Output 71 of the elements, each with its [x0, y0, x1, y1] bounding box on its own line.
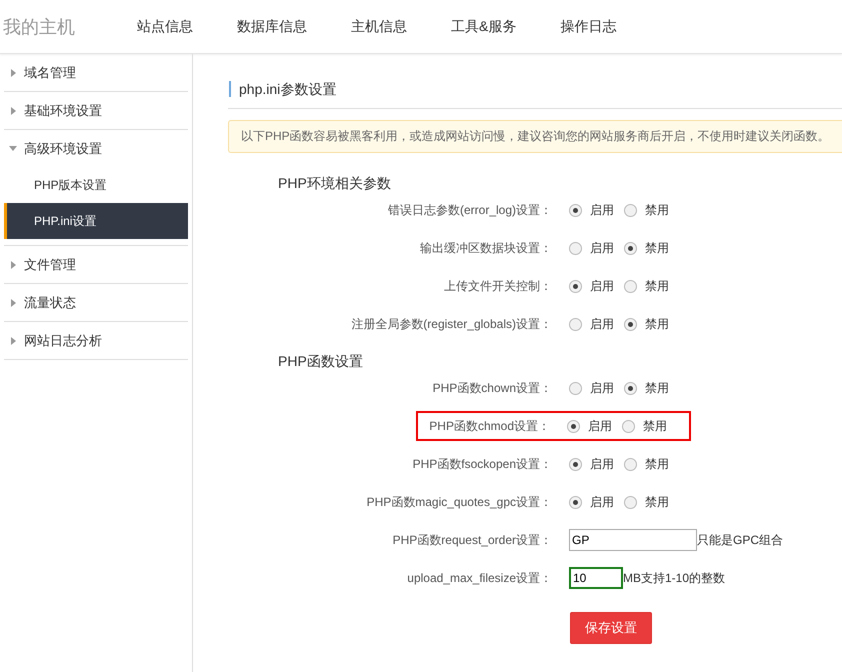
- nav-link[interactable]: 操作日志: [560, 18, 616, 36]
- save-button[interactable]: 保存设置: [570, 612, 652, 644]
- radio-label: 启用: [590, 456, 614, 472]
- radio-button[interactable]: [624, 458, 637, 470]
- nav-link[interactable]: 数据库信息: [237, 18, 307, 36]
- sidebar-subitem[interactable]: PHP版本设置: [4, 167, 188, 203]
- radio-button[interactable]: [569, 496, 582, 508]
- radio-button[interactable]: [624, 382, 637, 394]
- radio-button[interactable]: [569, 382, 582, 394]
- radio-label: 禁用: [645, 278, 669, 294]
- notice-banner: 以下PHP函数容易被黑客利用，或造成网站访问慢，建议咨询您的网站服务商后开启，不使用时建议关闭函数。: [228, 120, 842, 153]
- field-label: 上传文件开关控制：: [443, 278, 552, 294]
- radio-label: 启用: [590, 316, 614, 332]
- sidebar-label: 域名管理: [24, 64, 76, 82]
- radio-button[interactable]: [624, 496, 637, 508]
- radio-label: 禁用: [645, 240, 669, 256]
- field-hint: 只能是GPC组合: [697, 532, 784, 548]
- radio-button[interactable]: [624, 204, 637, 216]
- radio-label: 启用: [588, 418, 612, 434]
- sidebar-item[interactable]: 域名管理: [4, 54, 188, 91]
- input-field[interactable]: GP: [569, 529, 697, 551]
- sidebar-label: 流量状态: [24, 294, 76, 312]
- radio-button[interactable]: [624, 242, 637, 254]
- field-label: PHP函数chown设置：: [432, 380, 552, 396]
- radio-button[interactable]: [569, 204, 582, 216]
- sidebar-item[interactable]: 高级环境设置: [4, 130, 188, 167]
- radio-label: 禁用: [645, 494, 669, 510]
- radio-label: 启用: [590, 380, 614, 396]
- radio-label: 启用: [590, 494, 614, 510]
- radio-button[interactable]: [624, 280, 637, 292]
- radio-label: 禁用: [645, 316, 669, 332]
- nav-link[interactable]: 工具&服务: [451, 18, 516, 36]
- radio-label: 启用: [590, 202, 614, 218]
- section-heading: PHP环境相关参数: [278, 175, 392, 191]
- field-label: PHP函数fsockopen设置：: [412, 456, 552, 472]
- field-label: 注册全局参数(register_globals)设置：: [350, 316, 552, 332]
- sidebar-subitem[interactable]: PHP.ini设置: [4, 203, 188, 239]
- nav-link[interactable]: 站点信息: [137, 18, 193, 36]
- radio-label: 禁用: [645, 202, 669, 218]
- input-field[interactable]: 10: [569, 567, 623, 589]
- radio-button[interactable]: [569, 242, 582, 254]
- nav-link[interactable]: 主机信息: [351, 18, 407, 36]
- radio-label: 禁用: [643, 418, 667, 434]
- sidebar-label: 基础环境设置: [24, 102, 102, 120]
- sidebar-item[interactable]: 网站日志分析: [4, 322, 188, 359]
- radio-label: 启用: [590, 240, 614, 256]
- sidebar-item[interactable]: 基础环境设置: [4, 92, 188, 129]
- sidebar-label: 网站日志分析: [24, 332, 102, 350]
- radio-button[interactable]: [622, 420, 635, 432]
- field-label: upload_max_filesize设置：: [406, 570, 552, 586]
- field-label: PHP函数chmod设置：: [428, 418, 550, 434]
- section-heading: PHP函数设置: [278, 353, 364, 369]
- radio-label: 禁用: [645, 456, 669, 472]
- sidebar-label: 高级环境设置: [24, 140, 102, 158]
- sidebar-item[interactable]: 流量状态: [4, 284, 188, 321]
- field-label: PHP函数magic_quotes_gpc设置：: [366, 494, 552, 510]
- radio-button[interactable]: [569, 280, 582, 292]
- radio-button[interactable]: [569, 318, 582, 330]
- sidebar-item[interactable]: 文件管理: [4, 246, 188, 283]
- field-label: PHP函数request_order设置：: [392, 532, 552, 548]
- field-label: 输出缓冲区数据块设置：: [419, 240, 552, 256]
- radio-button[interactable]: [569, 458, 582, 470]
- sidebar-label: 文件管理: [24, 256, 76, 274]
- radio-label: 禁用: [645, 380, 669, 396]
- radio-label: 启用: [590, 278, 614, 294]
- field-hint: MB支持1-10的整数: [623, 570, 726, 586]
- radio-button[interactable]: [567, 420, 580, 432]
- field-label: 错误日志参数(error_log)设置：: [386, 202, 552, 218]
- site-title: 我的主机: [2, 16, 76, 38]
- radio-button[interactable]: [624, 318, 637, 330]
- page-title: php.ini参数设置: [229, 81, 842, 97]
